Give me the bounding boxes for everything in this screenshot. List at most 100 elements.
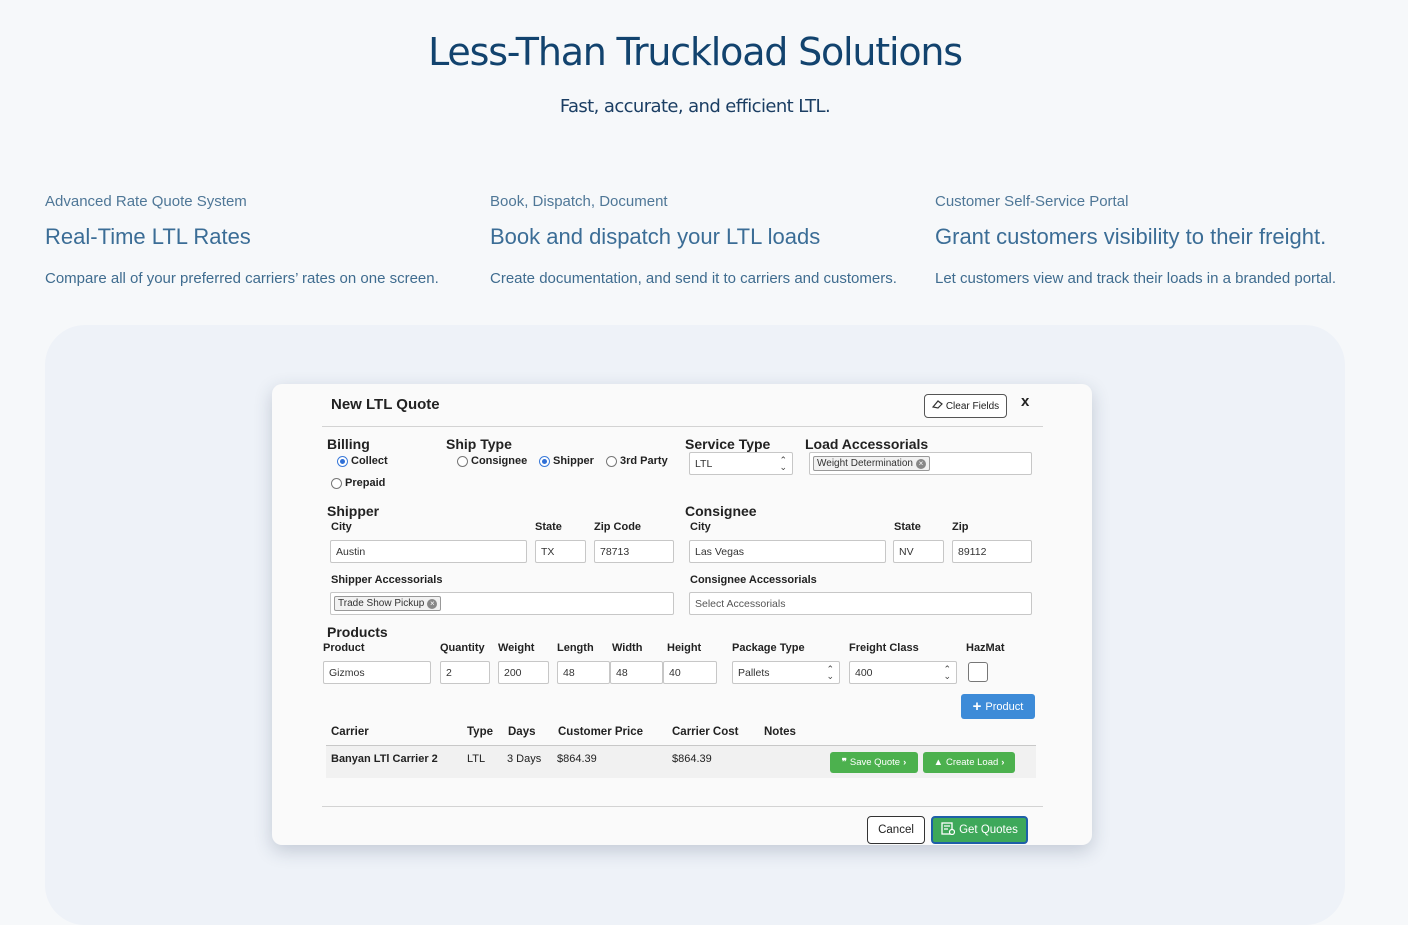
- billing-label: Billing: [327, 436, 370, 452]
- product-input[interactable]: Gizmos: [323, 661, 431, 684]
- shipper-city-label: City: [331, 521, 352, 533]
- close-icon[interactable]: x: [1021, 393, 1029, 410]
- remove-tag-icon[interactable]: ×: [915, 458, 926, 469]
- radio-label: Collect: [351, 455, 388, 467]
- add-product-button[interactable]: + Product: [961, 694, 1035, 719]
- feature-dispatch: Book, Dispatch, Document Book and dispat…: [490, 193, 920, 287]
- feature-title: Grant customers visibility to their frei…: [935, 224, 1327, 249]
- feature-description: Create documentation, and send it to car…: [490, 270, 897, 287]
- width-header: Width: [612, 642, 643, 654]
- create-load-label: Create Load: [945, 757, 999, 768]
- days-header: Days: [508, 726, 536, 738]
- ship-type-shipper-radio[interactable]: Shipper: [539, 455, 594, 467]
- width-input[interactable]: 48: [610, 661, 663, 684]
- feature-description: Compare all of your preferred carriers’ …: [45, 270, 439, 287]
- feature-title: Book and dispatch your LTL loads: [490, 224, 821, 249]
- consignee-city-input[interactable]: Las Vegas: [689, 540, 886, 563]
- freight-class-value: 400: [855, 666, 873, 679]
- accessorials-placeholder: Select Accessorials: [695, 597, 786, 610]
- type-header: Type: [467, 726, 493, 738]
- carrier-days: 3 Days: [507, 753, 542, 765]
- height-header: Height: [667, 642, 702, 654]
- cancel-label: Cancel: [878, 824, 914, 836]
- hazmat-header: HazMat: [966, 642, 1005, 654]
- consignee-label: Consignee: [685, 503, 757, 519]
- carrier-type: LTL: [467, 753, 486, 765]
- modal-title: New LTL Quote: [331, 396, 440, 413]
- feature-title: Real-Time LTL Rates: [45, 224, 251, 249]
- weight-input[interactable]: 200: [498, 661, 549, 684]
- carrier-name: Banyan LTl Carrier 2: [331, 753, 438, 765]
- carrier-cost-header: Carrier Cost: [672, 726, 739, 738]
- hazmat-checkbox[interactable]: [968, 662, 988, 682]
- radio-label: Shipper: [553, 455, 594, 467]
- service-type-select[interactable]: LTL ⌃ ⌄: [689, 452, 793, 475]
- chevron-right-icon: ›: [1001, 757, 1005, 768]
- feature-description: Let customers view and track their loads…: [935, 270, 1337, 287]
- billing-collect-radio[interactable]: Collect: [337, 455, 388, 467]
- get-quotes-button[interactable]: Get Quotes: [931, 816, 1028, 844]
- consignee-zip-input[interactable]: 89112: [952, 540, 1032, 563]
- shipper-city-input[interactable]: Austin: [330, 540, 527, 563]
- package-type-select[interactable]: Pallets ⌃ ⌄: [732, 661, 840, 684]
- ship-type-consignee-radio[interactable]: Consignee: [457, 455, 527, 467]
- save-quote-button[interactable]: ❞ Save Quote ›: [830, 752, 918, 773]
- clear-fields-button[interactable]: Clear Fields: [924, 394, 1007, 418]
- accessorial-tag[interactable]: Trade Show Pickup ×: [334, 596, 442, 611]
- radio-label: Consignee: [471, 455, 528, 467]
- shipper-zip-input[interactable]: 78713: [594, 540, 674, 563]
- consignee-city-label: City: [690, 521, 711, 533]
- billing-prepaid-radio[interactable]: Prepaid: [331, 477, 385, 489]
- freight-class-select[interactable]: 400 ⌃ ⌄: [849, 661, 957, 684]
- consignee-accessorials-label: Consignee Accessorials: [690, 574, 817, 586]
- shipper-state-input[interactable]: TX: [535, 540, 586, 563]
- shipper-state-label: State: [535, 521, 562, 533]
- radio-unselected-icon: [331, 477, 342, 489]
- chevron-updown-icon: ⌃ ⌄: [943, 663, 951, 681]
- header-divider: [322, 426, 1043, 427]
- consignee-state-input[interactable]: NV: [893, 540, 944, 563]
- quote-icon: ❞: [841, 757, 847, 768]
- load-accessorials-label: Load Accessorials: [805, 436, 929, 452]
- footer-divider: [322, 806, 1043, 807]
- weight-header: Weight: [498, 642, 535, 654]
- products-label: Products: [327, 624, 388, 640]
- carrier-cost: $864.39: [672, 753, 712, 765]
- feature-portal: Customer Self-Service Portal Grant custo…: [935, 193, 1365, 287]
- feature-kicker: Book, Dispatch, Document: [490, 193, 668, 210]
- consignee-accessorials-input[interactable]: Select Accessorials: [689, 592, 1032, 615]
- save-quote-label: Save Quote: [849, 757, 901, 768]
- ltl-quote-modal: New LTL Quote Clear Fields x Billing Col…: [272, 384, 1092, 845]
- remove-tag-icon[interactable]: ×: [427, 598, 438, 609]
- radio-unselected-icon: [606, 455, 617, 467]
- length-header: Length: [557, 642, 594, 654]
- product-header: Product: [323, 642, 365, 654]
- load-accessorials-input[interactable]: Weight Determination ×: [809, 452, 1032, 475]
- shipper-accessorials-input[interactable]: Trade Show Pickup ×: [330, 592, 674, 615]
- clear-fields-label: Clear Fields: [945, 400, 1000, 412]
- ship-type-third-party-radio[interactable]: 3rd Party: [606, 455, 668, 467]
- height-input[interactable]: 40: [663, 661, 717, 684]
- length-input[interactable]: 48: [557, 661, 610, 684]
- feature-kicker: Advanced Rate Quote System: [45, 193, 247, 210]
- create-load-button[interactable]: ▲ Create Load ›: [923, 752, 1015, 773]
- notes-header: Notes: [764, 726, 796, 738]
- package-type-header: Package Type: [732, 642, 805, 654]
- consignee-zip-label: Zip: [952, 521, 969, 533]
- package-type-value: Pallets: [738, 666, 770, 679]
- radio-selected-icon: [539, 455, 550, 467]
- radio-selected-icon: [337, 455, 348, 467]
- feature-kicker: Customer Self-Service Portal: [935, 193, 1129, 210]
- feature-rate-quote: Advanced Rate Quote System Real-Time LTL…: [45, 193, 475, 287]
- chevron-updown-icon: ⌃ ⌄: [826, 663, 834, 681]
- eraser-icon: [931, 400, 943, 412]
- tag-label: Weight Determination: [817, 458, 913, 469]
- service-type-value: LTL: [695, 457, 713, 470]
- quantity-input[interactable]: 2: [440, 661, 490, 684]
- shipper-label: Shipper: [327, 503, 380, 519]
- cancel-button[interactable]: Cancel: [867, 816, 925, 844]
- add-product-label: Product: [985, 700, 1024, 713]
- accessorial-tag[interactable]: Weight Determination ×: [813, 456, 930, 471]
- plus-icon: +: [972, 698, 982, 715]
- shipper-zip-label: Zip Code: [594, 521, 642, 533]
